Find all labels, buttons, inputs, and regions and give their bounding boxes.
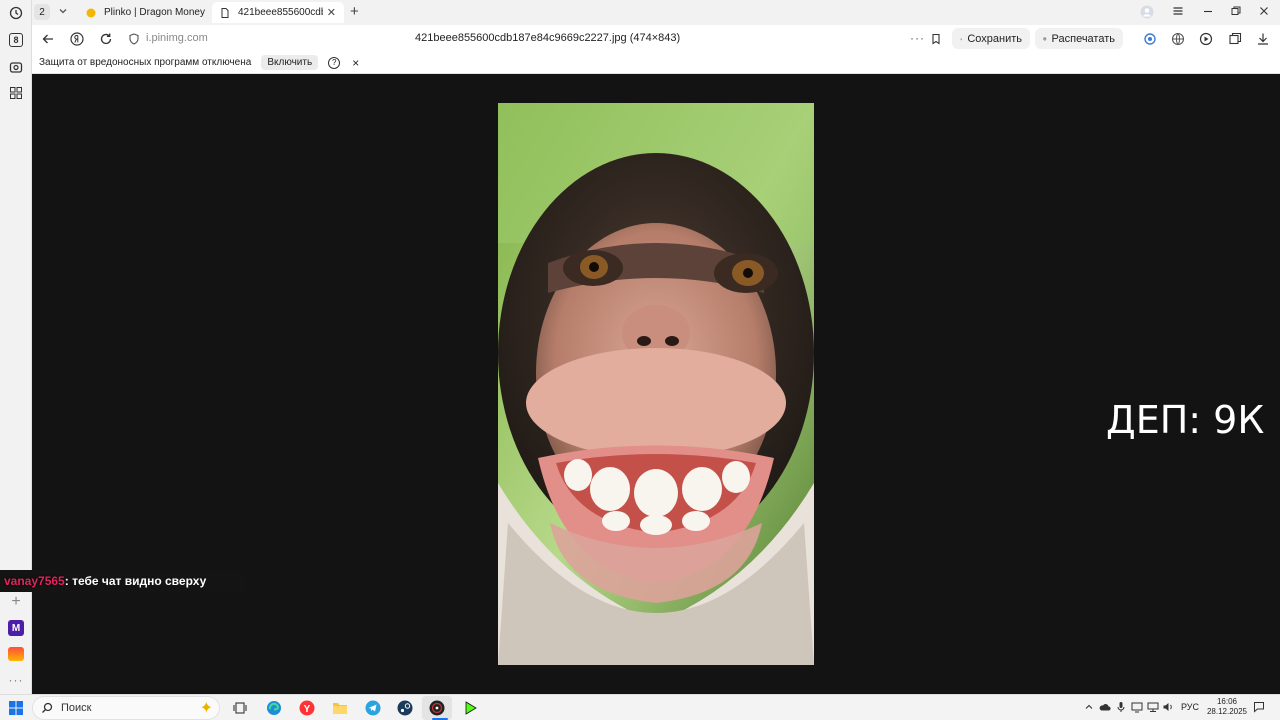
tray-expand-icon[interactable]	[1083, 701, 1095, 713]
document-icon	[221, 7, 229, 18]
microphone-icon[interactable]	[1115, 701, 1127, 713]
tabs-dropdown-icon[interactable]	[58, 5, 68, 19]
tab-counter[interactable]: 2	[34, 4, 50, 20]
reload-icon[interactable]	[98, 31, 114, 47]
chat-username: vanay7565	[4, 574, 65, 588]
help-icon[interactable]: ?	[328, 56, 341, 69]
notifications-icon[interactable]	[1253, 701, 1265, 713]
sidebar-badge-button[interactable]: 8	[6, 30, 26, 50]
add-panel-icon[interactable]: +	[6, 592, 26, 612]
onedrive-icon[interactable]	[1099, 701, 1111, 713]
display-icon[interactable]	[1131, 701, 1143, 713]
enable-protection-button[interactable]: Включить	[261, 55, 319, 70]
print-label: Распечатать	[1051, 32, 1115, 45]
tab-plinko[interactable]: Plinko | Dragon Money	[78, 2, 208, 23]
deposit-overlay: ДЕП: 9К	[1106, 398, 1265, 442]
mail-app-icon[interactable]	[6, 644, 26, 664]
apps-grid-icon[interactable]	[6, 83, 26, 103]
network-icon[interactable]	[1147, 701, 1159, 713]
stream-chat-message: vanay7565 : тебе чат видно сверху	[0, 570, 246, 592]
back-icon[interactable]	[40, 31, 56, 47]
save-label: Сохранить	[967, 32, 1022, 45]
bookmark-icon[interactable]	[928, 31, 944, 47]
sidebar-badge: 8	[9, 33, 23, 47]
tab-strip: 2 Plinko | Dragon Money 421beee855600cdb…	[32, 0, 1280, 25]
print-button[interactable]: Распечатать	[1035, 28, 1123, 49]
edge-app-icon[interactable]	[265, 699, 283, 717]
obs-app-icon[interactable]	[428, 699, 446, 717]
history-icon[interactable]	[6, 3, 26, 23]
tab-title: Plinko | Dragon Money	[104, 7, 205, 18]
alice-assistant-icon[interactable]	[1142, 31, 1158, 47]
save-button[interactable]: Сохранить	[952, 28, 1030, 49]
clock-time: 16:06	[1216, 697, 1238, 706]
svg-text:Y: Y	[304, 704, 311, 715]
address-bar: i.pinimg.com 421beee855600cdb187e84c9669…	[32, 25, 1280, 52]
streaming-app-icon[interactable]	[462, 699, 480, 717]
close-tab-icon[interactable]: ✕	[327, 6, 336, 19]
tab-title: 421beee855600cdb187	[238, 7, 323, 18]
printer-icon	[1043, 37, 1047, 40]
windows-taskbar: Поиск ✦ Y РУС 16:06 28.12.2025	[0, 694, 1280, 720]
file-explorer-app-icon[interactable]	[331, 699, 349, 717]
clock[interactable]: 16:06 28.12.2025	[1205, 697, 1249, 717]
steam-app-icon[interactable]	[396, 699, 414, 717]
protection-message: Защита от вредоносных программ отключена	[39, 57, 252, 68]
new-tab-icon[interactable]: +	[350, 3, 359, 20]
minimize-window-icon[interactable]	[1202, 5, 1214, 20]
download-icon	[960, 37, 963, 40]
menu-icon[interactable]	[1172, 5, 1184, 20]
chat-text: : тебе чат видно сверху	[64, 574, 207, 588]
collections-icon[interactable]	[1227, 31, 1243, 47]
image-viewer: ДЕП: 9К	[32, 74, 1280, 694]
media-play-icon[interactable]	[1198, 31, 1214, 47]
chimpanzee-photo[interactable]	[498, 103, 814, 665]
url-domain[interactable]: i.pinimg.com	[146, 32, 208, 44]
profile-avatar-icon[interactable]	[1140, 5, 1154, 22]
more-icon[interactable]: ···	[6, 670, 26, 690]
protection-warning-bar: Защита от вредоносных программ отключена…	[32, 52, 1280, 74]
page-title: 421beee855600cdb187e84c9669c2227.jpg (47…	[415, 32, 681, 44]
plinko-favicon-icon	[86, 8, 96, 17]
close-window-icon[interactable]	[1258, 5, 1270, 20]
language-indicator[interactable]: РУС	[1181, 702, 1199, 712]
more-options-icon[interactable]: ···	[910, 31, 925, 45]
downloads-icon[interactable]	[1255, 31, 1271, 47]
translate-globe-icon[interactable]	[1170, 31, 1186, 47]
yandex-browser-app-icon[interactable]: Y	[298, 699, 316, 717]
restore-window-icon[interactable]	[1230, 5, 1242, 20]
task-view-icon[interactable]	[231, 699, 249, 717]
screenshot-icon[interactable]	[6, 57, 26, 77]
site-info-icon[interactable]	[126, 31, 142, 47]
clock-date: 28.12.2025	[1206, 707, 1248, 716]
start-icon[interactable]	[7, 699, 25, 717]
search-icon	[42, 702, 53, 713]
tab-image[interactable]: 421beee855600cdb187 ✕	[212, 2, 344, 23]
telegram-app-icon[interactable]	[364, 699, 382, 717]
taskbar-search[interactable]: Поиск ✦	[32, 696, 220, 720]
messenger-app-icon[interactable]: M	[6, 618, 26, 638]
volume-icon[interactable]	[1162, 701, 1174, 713]
yandex-logo-icon[interactable]	[69, 31, 85, 47]
search-placeholder: Поиск	[61, 702, 92, 714]
close-bar-icon[interactable]: ×	[352, 56, 359, 70]
copilot-sparkle-icon: ✦	[199, 700, 213, 717]
